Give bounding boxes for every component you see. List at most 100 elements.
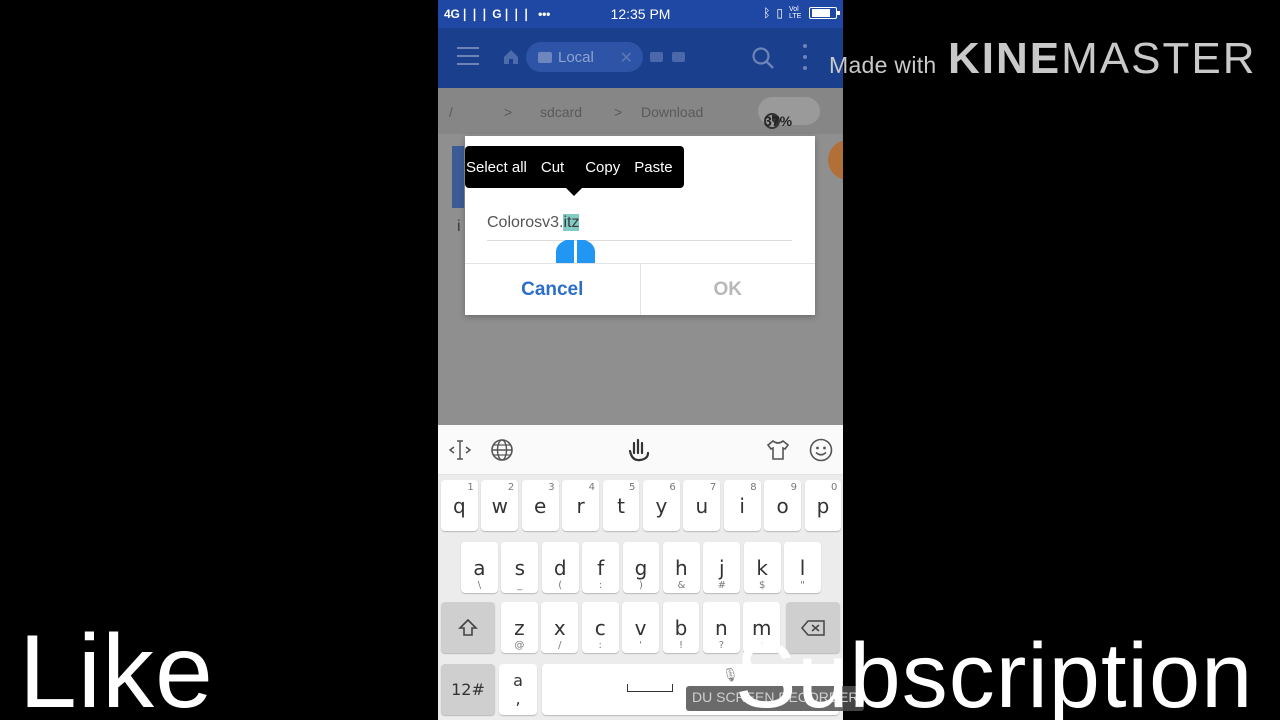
key-s[interactable]: s _ — [501, 542, 539, 593]
cursor-move-icon[interactable] — [447, 437, 473, 463]
select-all-option[interactable]: Select all — [465, 159, 534, 176]
space-bar-icon — [627, 684, 673, 692]
key-letter: v — [634, 615, 647, 640]
key-hint: & — [677, 580, 686, 591]
key-letter: a — [473, 555, 486, 580]
key-hint: ! — [678, 640, 683, 651]
key-hint: 6 — [669, 482, 676, 493]
search-icon[interactable] — [751, 46, 775, 70]
key-h[interactable]: h & — [663, 542, 700, 593]
window-icon[interactable] — [650, 52, 663, 62]
key-letter: o — [776, 493, 789, 518]
emoji-icon[interactable] — [808, 437, 834, 463]
made-with-text: Made with — [829, 52, 937, 78]
status-icons: ᛒ ▯ Vol LTE — [763, 6, 840, 20]
key-letter: c — [594, 615, 606, 640]
shift-key[interactable] — [441, 602, 495, 653]
kinemaster-watermark: Made with KINEMASTER — [829, 34, 1254, 83]
key-hint: : — [598, 640, 602, 651]
brand-bold: KINE — [948, 34, 1062, 83]
key-j[interactable]: j # — [703, 542, 741, 593]
key-u[interactable]: u7 — [683, 480, 721, 531]
storage-usage-badge[interactable]: 37% — [758, 97, 820, 129]
key-hint: 0 — [831, 482, 838, 493]
breadcrumb-root[interactable]: / — [449, 104, 453, 120]
list-item-letter: i — [457, 218, 461, 235]
key-letter: n — [715, 615, 728, 640]
brand-light: MASTER — [1061, 34, 1257, 83]
storage-percent: 37% — [764, 113, 793, 129]
key-t[interactable]: t5 — [602, 480, 640, 531]
lte-badge: Vol LTE — [789, 6, 802, 20]
key-letter: b — [674, 615, 688, 640]
key-hint: 7 — [709, 482, 717, 493]
key-hint: # — [717, 580, 726, 591]
breadcrumb-separator: > — [614, 104, 623, 120]
key-letter: z — [514, 615, 525, 640]
home-icon[interactable] — [502, 48, 520, 66]
selection-handle-left[interactable] — [556, 240, 574, 264]
key-y[interactable]: y6 — [643, 480, 680, 531]
text-context-menu: Select all Cut Copy Paste — [465, 146, 684, 188]
key-letter: s — [514, 555, 525, 580]
key-b[interactable]: b! — [662, 602, 700, 653]
cut-option[interactable]: Cut — [534, 159, 571, 176]
key-hint: $ — [759, 580, 766, 591]
subscription-caption: Subscription — [735, 625, 1254, 720]
shift-icon — [458, 618, 478, 636]
keyboard-toolbar — [438, 425, 843, 475]
key-e[interactable]: e3 — [521, 480, 559, 531]
key-letter: f — [597, 555, 605, 580]
window-icon[interactable] — [672, 52, 685, 62]
copy-option[interactable]: Copy — [571, 159, 627, 176]
kinemaster-logo: KINEMASTER — [948, 34, 1256, 84]
key-v[interactable]: v ' — [622, 602, 659, 653]
tab-local[interactable]: Local ✕ — [526, 42, 643, 72]
theme-shirt-icon[interactable] — [765, 437, 791, 463]
key-hint: 5 — [629, 482, 636, 493]
ok-button[interactable]: OK — [641, 264, 816, 315]
key-c[interactable]: c: — [581, 602, 619, 653]
vibrate-icon: ▯ — [776, 6, 783, 20]
cancel-button[interactable]: Cancel — [465, 264, 641, 315]
breadcrumb-download[interactable]: Download — [641, 104, 703, 120]
symbols-key[interactable]: 12# — [441, 664, 495, 715]
key-w[interactable]: w2 — [481, 480, 519, 531]
key-x[interactable]: x / — [541, 602, 579, 653]
close-icon[interactable]: ✕ — [620, 48, 633, 68]
breadcrumb-sdcard[interactable]: sdcard — [540, 104, 582, 120]
key-k[interactable]: k $ — [743, 542, 781, 593]
key-f[interactable]: f: — [582, 542, 619, 593]
key-o[interactable]: o9 — [764, 480, 801, 531]
more-icon[interactable] — [802, 44, 808, 70]
key-letter: t — [617, 493, 625, 518]
key-p[interactable]: p0 — [804, 480, 842, 531]
file-thumbnail — [452, 146, 464, 208]
key-letter: l — [799, 555, 806, 580]
selection-handle-right[interactable] — [577, 240, 595, 264]
filename-input[interactable]: Colorosv3.itz — [487, 212, 792, 241]
key-letter: i — [739, 493, 745, 518]
key-hint: @ — [514, 640, 525, 651]
key-letter: p — [816, 493, 830, 518]
key-i[interactable]: i8 — [723, 480, 761, 531]
key-q[interactable]: q1 — [441, 480, 478, 531]
key-d[interactable]: d( — [541, 542, 579, 593]
globe-icon[interactable] — [489, 437, 515, 463]
key-r[interactable]: r4 — [562, 480, 599, 531]
touchpal-logo-icon[interactable] — [626, 437, 652, 463]
key-a[interactable]: a \ — [461, 542, 498, 593]
paste-option[interactable]: Paste — [627, 159, 679, 176]
key-g[interactable]: g) — [622, 542, 660, 593]
key-l[interactable]: l " — [784, 542, 821, 593]
key-hint: 3 — [548, 482, 555, 493]
key-hint: _ — [517, 580, 523, 591]
comma-key[interactable]: a , — [499, 664, 537, 715]
filename-selection: itz — [563, 214, 580, 231]
key-z[interactable]: z @ — [501, 602, 538, 653]
floating-action-button[interactable] — [828, 140, 843, 180]
key-hint: ) — [639, 580, 643, 591]
menu-icon[interactable] — [457, 47, 479, 65]
key-letter: d — [553, 555, 567, 580]
key-hint: : — [598, 580, 603, 591]
